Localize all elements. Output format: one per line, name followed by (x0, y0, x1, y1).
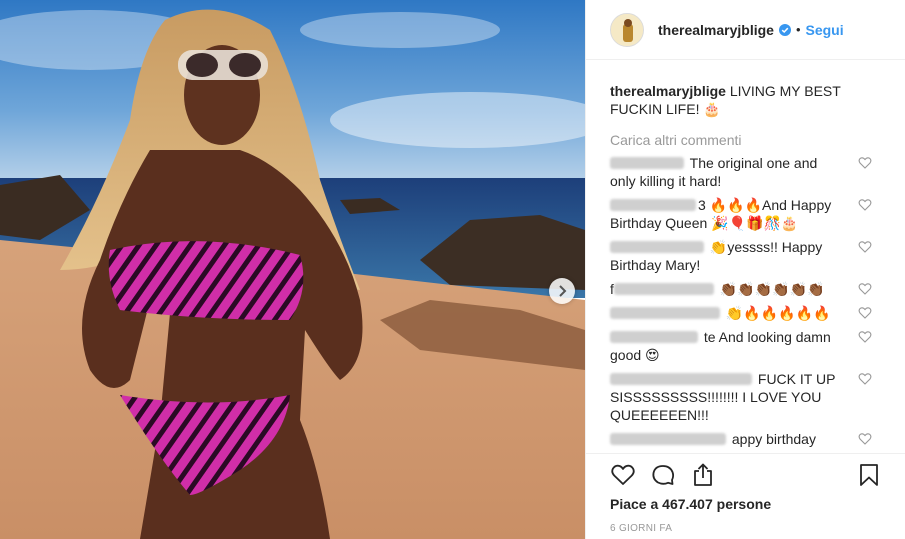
follow-button[interactable]: Segui (806, 22, 844, 38)
comment: appy birthday (610, 430, 882, 448)
post-photo[interactable] (0, 0, 585, 539)
like-button[interactable] (610, 462, 636, 488)
blurred-username (613, 283, 714, 295)
username-link[interactable]: therealmaryjblige (658, 22, 774, 38)
blurred-username (610, 373, 752, 385)
next-photo-button[interactable] (549, 278, 575, 304)
comment: 3 🔥🔥🔥And Happy Birthday Queen 🎉🎈🎁🎊🎂 (610, 196, 882, 232)
avatar-image (611, 13, 643, 46)
post-header: therealmaryjblige • Segui (586, 0, 905, 60)
save-button[interactable] (856, 462, 882, 488)
comment-text: 👏🔥🔥🔥🔥🔥 (725, 305, 831, 321)
comment-button[interactable] (650, 462, 676, 488)
comment-username-suffix: 3 (698, 197, 706, 213)
comment: 👏yessss!! Happy Birthday Mary! (610, 238, 882, 274)
likes-count[interactable]: Piace a 467.407 persone (610, 496, 882, 512)
comment-text: 👏🏾👏🏾👏🏾👏🏾👏🏾👏🏾 (719, 281, 825, 297)
heart-icon (611, 464, 635, 485)
comment-like-heart-icon[interactable] (858, 372, 872, 386)
separator-dot: • (795, 22, 801, 37)
comment-like-heart-icon[interactable] (858, 282, 872, 296)
comment: te And looking damn good 😍 (610, 328, 882, 364)
post-side-panel: therealmaryjblige • Segui therealmaryjbl… (585, 0, 905, 539)
comment-like-heart-icon[interactable] (858, 240, 872, 254)
blurred-username (610, 199, 696, 211)
blurred-username (610, 241, 704, 253)
blurred-username (610, 157, 684, 169)
beach-photo-image (0, 0, 585, 539)
action-icons (610, 458, 882, 492)
share-button[interactable] (690, 462, 716, 488)
share-icon (694, 463, 712, 486)
bookmark-icon (860, 464, 878, 486)
avatar[interactable] (610, 12, 644, 47)
blurred-username (610, 307, 720, 319)
comment-like-heart-icon[interactable] (858, 156, 872, 170)
verified-badge-icon (778, 23, 791, 36)
comment-text: appy birthday (731, 431, 816, 447)
comment-like-heart-icon[interactable] (858, 306, 872, 320)
chevron-right-icon (559, 285, 567, 297)
post-actions: Piace a 467.407 persone 6 GIORNI FA (586, 453, 905, 534)
blurred-username (610, 433, 726, 445)
comment: FUCK IT UP SISSSSSSSSS!!!!!!!! I LOVE YO… (610, 370, 882, 424)
comment: f 👏🏾👏🏾👏🏾👏🏾👏🏾👏🏾 (610, 280, 882, 298)
comment-like-heart-icon[interactable] (858, 432, 872, 446)
comments-list[interactable]: therealmaryjblige LIVING MY BEST FUCKIN … (586, 60, 905, 453)
load-more-comments-button[interactable]: Carica altri commenti (610, 132, 882, 148)
comment: 👏🔥🔥🔥🔥🔥 (610, 304, 882, 322)
caption-username[interactable]: therealmaryjblige (610, 83, 726, 99)
comment-like-heart-icon[interactable] (858, 330, 872, 344)
caption: therealmaryjblige LIVING MY BEST FUCKIN … (610, 82, 882, 118)
blurred-username (610, 331, 698, 343)
post-timestamp[interactable]: 6 GIORNI FA (610, 523, 882, 534)
comment: The original one and only killing it har… (610, 154, 882, 190)
comment-bubble-icon (652, 465, 675, 485)
comment-like-heart-icon[interactable] (858, 198, 872, 212)
